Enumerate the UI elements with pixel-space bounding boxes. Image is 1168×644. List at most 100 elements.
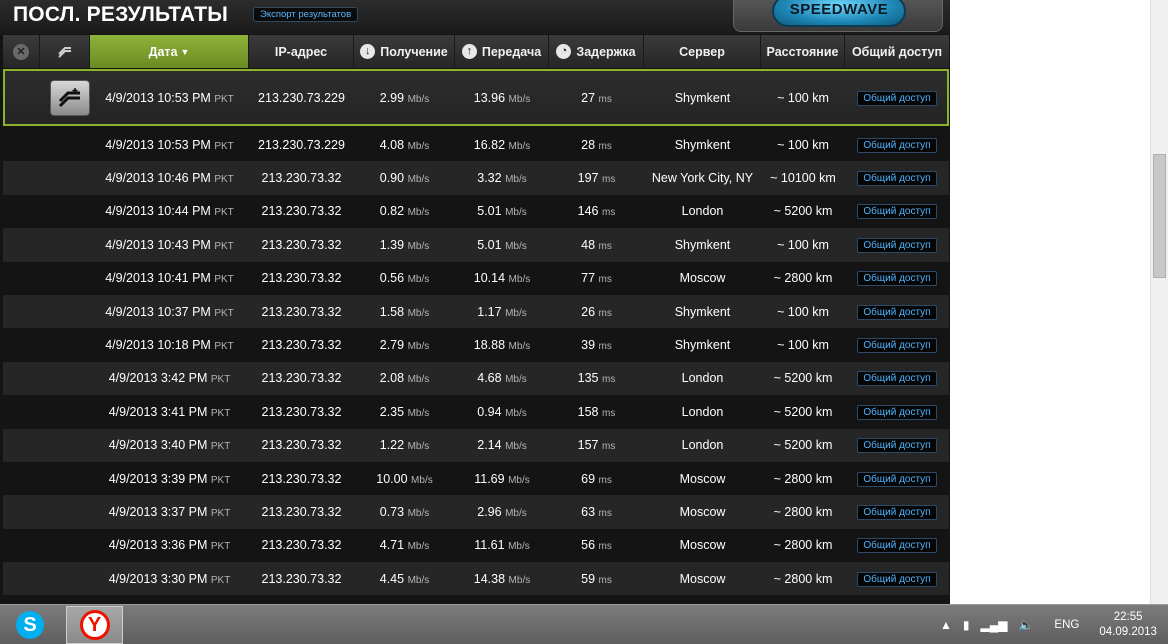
table-row[interactable]: 4/9/2013 3:41 PM PKT 213.230.73.32 2.35 Mb… — [3, 395, 949, 429]
cell-upload-unit: Mb/s — [505, 407, 527, 419]
cell-upload-unit: Mb/s — [505, 240, 527, 252]
table-row[interactable]: 4/9/2013 10:53 PM PKT 213.230.73.229 4.08 … — [3, 128, 949, 162]
clear-column-button[interactable]: ✕ — [3, 35, 40, 68]
cell-share: Общий доступ — [845, 370, 949, 387]
cell-distance: ~ 2800 km — [773, 271, 833, 286]
share-button[interactable]: Общий доступ — [857, 504, 937, 520]
cell-upload-value: 13.96 — [473, 90, 506, 105]
cell-latency: 157 ms — [549, 438, 644, 452]
share-button[interactable]: Общий доступ — [857, 304, 937, 320]
column-header-latency-label: Задержка — [576, 44, 636, 59]
cell-upload-unit: Mb/s — [508, 541, 530, 553]
cell-download-value: 0.73 — [379, 504, 405, 519]
share-button[interactable]: Общий доступ — [857, 204, 937, 220]
table-row[interactable]: 4/9/2013 10:41 PM PKT 213.230.73.32 0.56 M… — [3, 261, 949, 295]
column-header-share[interactable]: Общий доступ — [845, 35, 949, 68]
scrollbar-thumb[interactable] — [1153, 154, 1166, 278]
table-row[interactable]: 4/9/2013 3:36 PM PKT 213.230.73.32 4.71 Mb… — [3, 528, 949, 563]
table-row[interactable]: 4/9/2013 3:42 PM PKT 213.230.73.32 2.08 Mb… — [3, 361, 949, 396]
cell-latency-unit: ms — [598, 574, 612, 586]
language-indicator[interactable]: ENG — [1054, 619, 1079, 631]
share-button[interactable]: Общий доступ — [857, 371, 937, 387]
skype-taskbar-button[interactable]: S — [8, 608, 52, 642]
cell-latency-unit: ms — [602, 374, 616, 386]
cell-ip: 213.230.73.32 — [261, 404, 342, 419]
table-row[interactable]: 4/9/2013 10:43 PM PKT 213.230.73.32 1.39 M… — [3, 228, 949, 262]
table-row[interactable]: 4/9/2013 10:18 PM PKT 213.230.73.32 2.79 M… — [3, 328, 949, 362]
power-icon[interactable]: ▮ — [963, 618, 970, 632]
share-button[interactable]: Общий доступ — [857, 171, 937, 187]
cell-ip: 213.230.73.32 — [261, 438, 342, 453]
type-column-button[interactable] — [40, 35, 90, 68]
cell-download-unit: Mb/s — [407, 574, 430, 586]
network-signal-icon[interactable]: ▂▄▆ — [981, 618, 1008, 632]
cell-latency-unit: ms — [598, 274, 612, 286]
cell-download: 2.79 Mb/s — [354, 338, 455, 352]
tray-arrow-icon[interactable]: ▲ — [940, 618, 952, 632]
cell-date: 4/9/2013 10:46 PM PKT — [90, 171, 249, 185]
cell-date: 4/9/2013 10:18 PM PKT — [90, 338, 249, 352]
cell-download-unit: Mb/s — [407, 140, 430, 152]
share-button[interactable]: Общий доступ — [857, 471, 937, 487]
taskbar: S Y ▲ ▮ ▂▄▆ 🔈 ENG 22:55 04.09.2013 — [0, 604, 1168, 644]
share-button[interactable]: Общий доступ — [857, 338, 937, 354]
cell-server: London — [681, 438, 724, 453]
cell-date-value: 4/9/2013 3:37 PM — [108, 504, 208, 519]
cell-latency: 39 ms — [549, 338, 644, 352]
cell-upload-value: 2.96 — [477, 504, 502, 519]
clock[interactable]: 22:55 04.09.2013 — [1099, 610, 1157, 640]
cell-download-value: 2.35 — [379, 404, 405, 419]
table-row[interactable]: 4/9/2013 3:40 PM PKT 213.230.73.32 1.22 Mb… — [3, 428, 949, 462]
column-header-date-label: Дата — [148, 44, 178, 59]
share-button[interactable]: Общий доступ — [857, 90, 937, 106]
cell-server: London — [681, 404, 724, 419]
yandex-browser-taskbar-button[interactable]: Y — [66, 606, 123, 644]
cell-download: 1.22 Mb/s — [354, 438, 455, 452]
cell-timezone: PKT — [214, 207, 234, 219]
table-row[interactable]: 4/9/2013 10:37 PM PKT 213.230.73.32 1.58 M… — [3, 294, 949, 329]
table-row[interactable]: 4/9/2013 10:44 PM PKT 213.230.73.32 0.82 M… — [3, 194, 949, 229]
cell-timezone: PKT — [210, 541, 231, 553]
table-row[interactable]: 4/9/2013 3:39 PM PKT 213.230.73.32 10.00 M… — [3, 461, 949, 496]
cell-upload: 0.94 Mb/s — [455, 405, 549, 419]
cell-server: Moscow — [679, 471, 726, 486]
cell-download-value: 0.56 — [379, 271, 405, 286]
cell-upload-unit: Mb/s — [505, 374, 527, 386]
cell-latency: 146 ms — [549, 204, 644, 218]
share-button[interactable]: Общий доступ — [857, 438, 937, 454]
share-button[interactable]: Общий доступ — [857, 237, 937, 253]
share-button[interactable]: Общий доступ — [857, 404, 937, 420]
column-header-latency[interactable]: ◔ Задержка — [549, 35, 644, 68]
share-button[interactable]: Общий доступ — [857, 538, 937, 554]
cell-latency: 56 ms — [549, 538, 644, 552]
cell-latency: 26 ms — [549, 305, 644, 319]
cell-latency-value: 197 — [577, 171, 599, 186]
export-results-button[interactable]: Экспорт результатов — [253, 7, 359, 22]
column-header-ip[interactable]: IP-адрес — [249, 35, 354, 68]
column-header-upload[interactable]: ↑ Передача — [455, 35, 549, 68]
column-header-distance[interactable]: Расстояние — [761, 35, 845, 68]
page-scrollbar[interactable] — [1150, 0, 1168, 604]
system-tray: ▲ ▮ ▂▄▆ 🔈 ENG 22:55 04.09.2013 — [940, 605, 1157, 644]
cell-server: Moscow — [679, 571, 726, 586]
column-header-date[interactable]: Дата ▼ — [90, 35, 249, 68]
cell-date: 4/9/2013 10:41 PM PKT — [90, 271, 249, 285]
cell-share: Общий доступ — [845, 404, 949, 420]
table-row-selected[interactable]: 4/9/2013 10:53 PM PKT 213.230.73.229 2.99 … — [3, 69, 949, 126]
cell-upload: 1.17 Mb/s — [455, 305, 549, 319]
cell-server: Shymkent — [674, 304, 731, 319]
volume-icon[interactable]: 🔈 — [1018, 618, 1033, 632]
table-row[interactable]: 4/9/2013 3:30 PM PKT 213.230.73.32 4.45 Mb… — [3, 562, 949, 596]
share-button[interactable]: Общий доступ — [857, 271, 937, 287]
cell-latency-value: 63 — [581, 504, 596, 519]
cell-timezone: PKT — [210, 407, 231, 419]
table-row[interactable]: 4/9/2013 10:46 PM PKT 213.230.73.32 0.90 M… — [3, 161, 949, 195]
share-button[interactable]: Общий доступ — [857, 571, 937, 587]
share-button[interactable]: Общий доступ — [857, 137, 937, 153]
column-header-download[interactable]: ↓ Получение — [354, 35, 455, 68]
cell-upload: 10.14 Mb/s — [455, 271, 549, 285]
cell-latency-value: 27 — [581, 90, 596, 105]
table-row[interactable]: 4/9/2013 3:37 PM PKT 213.230.73.32 0.73 Mb… — [3, 495, 949, 529]
speedwave-button[interactable]: SPEEDWAVE — [772, 0, 906, 27]
column-header-server[interactable]: Сервер — [644, 35, 761, 68]
